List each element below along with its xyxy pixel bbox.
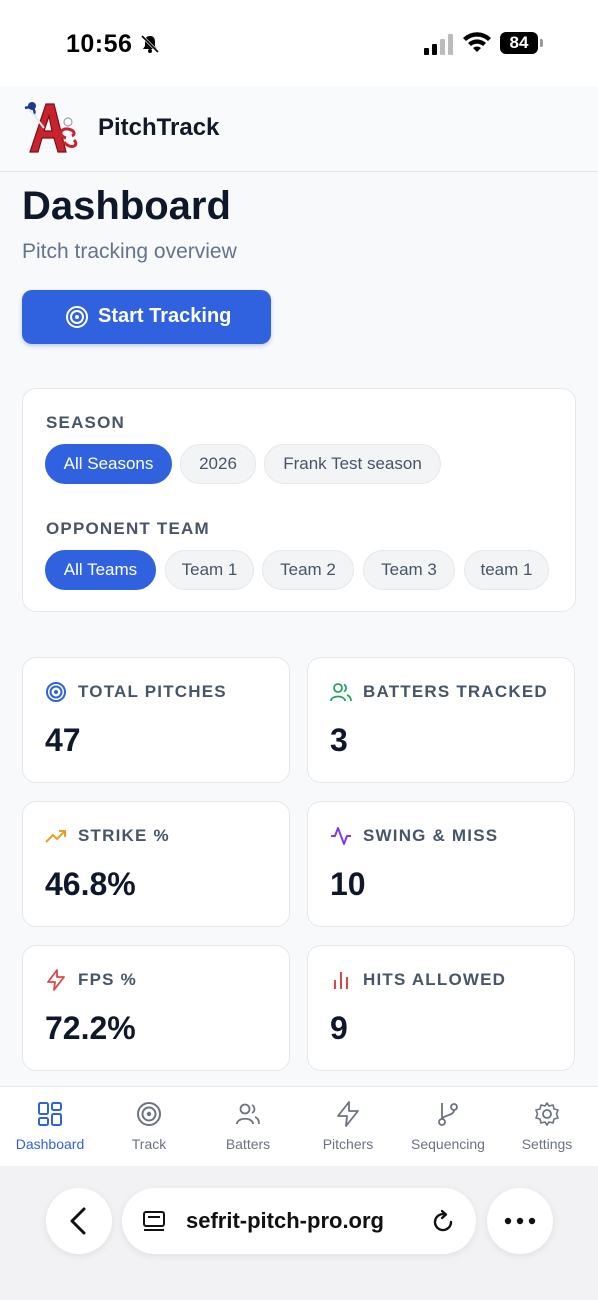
team-chip-team-1[interactable]: Team 1	[165, 550, 254, 590]
target-icon	[137, 1102, 161, 1126]
stat-value: 46.8%	[45, 866, 136, 902]
more-dots-icon	[504, 1217, 536, 1225]
battery-level: 84	[509, 33, 529, 52]
start-tracking-button[interactable]: Start Tracking	[22, 290, 271, 344]
browser-toolbar: sefrit-pitch-pro.org	[0, 1166, 598, 1300]
cellular-signal-icon	[424, 34, 453, 55]
stat-card-hits-allowed: HITS ALLOWED 9	[307, 945, 575, 1071]
app-name: PitchTrack	[98, 114, 220, 141]
browser-more-button[interactable]	[487, 1188, 553, 1254]
nav-label: Dashboard	[15, 1136, 85, 1152]
wifi-icon	[463, 32, 491, 52]
nav-label: Pitchers	[322, 1136, 374, 1152]
stat-label: FPS %	[78, 970, 137, 989]
nav-item-track[interactable]: Track	[99, 1087, 199, 1167]
nav-item-pitchers[interactable]: Pitchers	[298, 1087, 398, 1167]
target-icon	[46, 682, 66, 702]
season-chip-2026[interactable]: 2026	[180, 444, 256, 484]
url-text: sefrit-pitch-pro.org	[186, 1208, 384, 1233]
status-bar: 10:56 84	[0, 0, 598, 86]
stat-value: 72.2%	[45, 1010, 136, 1046]
nav-label: Settings	[521, 1136, 573, 1152]
athletics-logo-icon[interactable]	[22, 98, 84, 158]
zap-icon	[47, 969, 65, 991]
status-time: 10:56	[66, 30, 133, 58]
season-filter-label: SEASON	[46, 413, 125, 432]
stat-label: HITS ALLOWED	[363, 970, 507, 989]
dashboard-grid-icon	[38, 1102, 62, 1126]
address-bar[interactable]: sefrit-pitch-pro.org	[122, 1188, 476, 1254]
stat-label: STRIKE %	[78, 826, 170, 845]
stat-card-strike-pct: STRIKE % 46.8%	[22, 801, 290, 927]
git-branch-icon	[438, 1103, 458, 1126]
site-settings-icon	[143, 1211, 165, 1231]
users-icon	[330, 683, 352, 702]
opponent-filter-label: OPPONENT TEAM	[46, 519, 210, 538]
nav-item-sequencing[interactable]: Sequencing	[398, 1087, 498, 1167]
reload-icon[interactable]	[430, 1209, 456, 1235]
stat-value: 9	[330, 1010, 348, 1046]
chevron-left-icon	[70, 1207, 86, 1235]
stat-label: BATTERS TRACKED	[363, 682, 548, 701]
nav-item-dashboard[interactable]: Dashboard	[0, 1087, 100, 1167]
stat-label: SWING & MISS	[363, 826, 499, 845]
bottom-navigation: Dashboard Track Batters Pitchers Sequenc…	[0, 1086, 598, 1166]
trending-up-icon	[45, 830, 66, 843]
activity-icon	[331, 827, 351, 845]
target-icon	[66, 306, 88, 328]
stat-label: TOTAL PITCHES	[78, 682, 227, 701]
stat-card-total-pitches: TOTAL PITCHES 47	[22, 657, 290, 783]
battery-icon: 84	[500, 32, 544, 54]
page-subtitle: Pitch tracking overview	[22, 240, 237, 263]
nav-label: Track	[131, 1136, 167, 1152]
team-chip-team-2[interactable]: Team 2	[262, 550, 354, 590]
stat-card-swing-miss: SWING & MISS 10	[307, 801, 575, 927]
app-header: PitchTrack	[0, 86, 598, 172]
filters-card: SEASON All Seasons 2026 Frank Test seaso…	[22, 388, 576, 612]
nav-label: Batters	[225, 1136, 271, 1152]
bar-chart-icon	[334, 972, 348, 989]
zap-icon	[337, 1101, 359, 1127]
nav-item-settings[interactable]: Settings	[497, 1087, 597, 1167]
bell-muted-icon	[140, 34, 160, 54]
page-title: Dashboard	[22, 184, 231, 228]
stat-value: 3	[330, 722, 348, 758]
stat-card-fps-pct: FPS % 72.2%	[22, 945, 290, 1071]
start-tracking-label: Start Tracking	[98, 305, 232, 327]
nav-label: Sequencing	[411, 1136, 485, 1152]
season-chip-all[interactable]: All Seasons	[45, 444, 172, 484]
season-chip-frank-test[interactable]: Frank Test season	[264, 444, 441, 484]
users-icon	[236, 1103, 260, 1125]
stat-value: 10	[330, 866, 366, 902]
team-chip-team-1-lower[interactable]: team 1	[464, 550, 549, 590]
stat-value: 47	[45, 722, 81, 758]
browser-back-button[interactable]	[46, 1188, 112, 1254]
stat-card-batters-tracked: BATTERS TRACKED 3	[307, 657, 575, 783]
gear-icon	[535, 1102, 559, 1126]
nav-item-batters[interactable]: Batters	[198, 1087, 298, 1167]
team-chip-all[interactable]: All Teams	[45, 550, 156, 590]
team-chip-team-3[interactable]: Team 3	[363, 550, 455, 590]
